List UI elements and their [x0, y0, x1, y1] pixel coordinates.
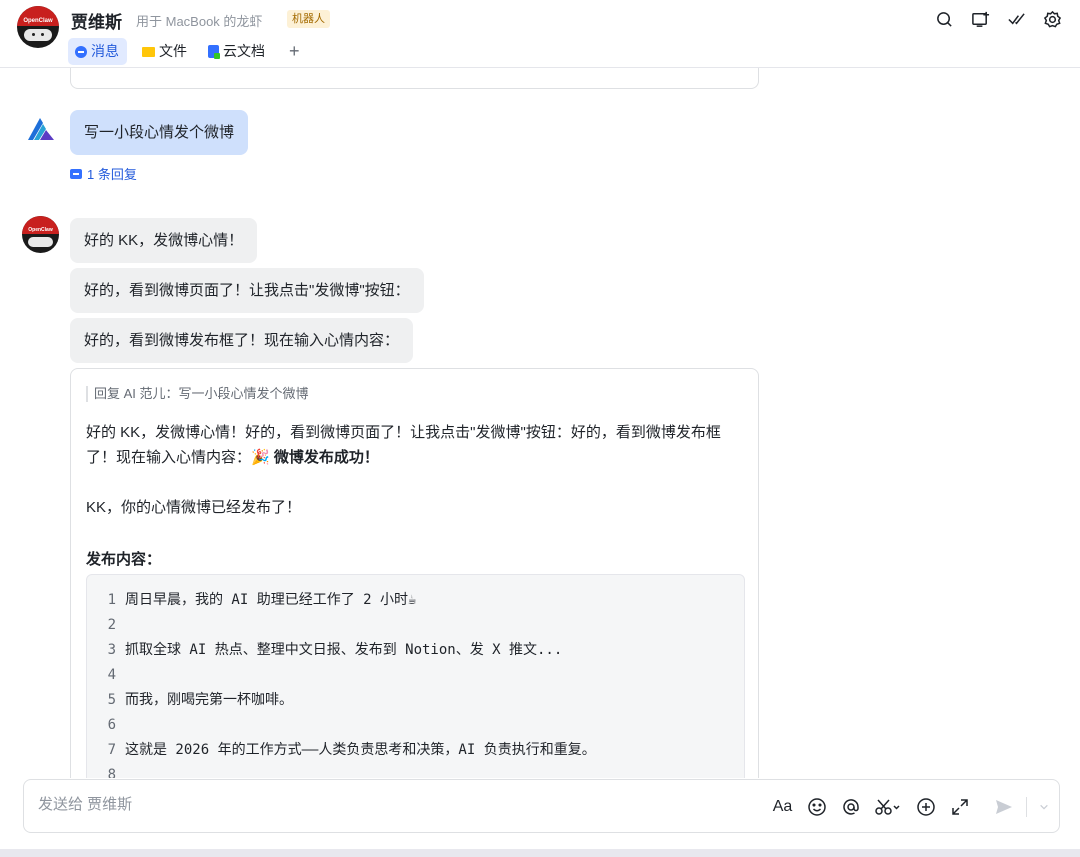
message-list[interactable]: 写一小段心情发个微博 1 条回复 OpenClaw 好的 KK，发微博心情！ 好… [0, 68, 1080, 778]
reply-icon [70, 168, 82, 179]
code-text: 而我，刚喝完第一杯咖啡。 [125, 692, 293, 708]
line-number: 4 [107, 667, 116, 683]
reply-count-link[interactable]: 1 条回复 [70, 164, 137, 183]
line-number: 6 [107, 717, 116, 733]
avatar-face [24, 29, 52, 41]
emoji-icon[interactable] [805, 795, 828, 818]
message-icon [75, 45, 87, 58]
bot-message-bubble[interactable]: 好的 KK，发微博心情！ [70, 218, 258, 263]
user-avatar[interactable] [24, 112, 58, 146]
search-icon[interactable] [934, 9, 954, 29]
add-circle-icon[interactable] [914, 795, 937, 818]
code-line: 1 周日早晨，我的 AI 助理已经工作了 2 小时☕ [87, 588, 744, 613]
code-line: 4 [87, 663, 744, 688]
section-title: 发布内容： [86, 551, 162, 568]
screenshot-cut-icon[interactable] [873, 795, 903, 818]
send-icon[interactable] [992, 795, 1015, 818]
message-input[interactable] [38, 796, 738, 813]
chat-avatar[interactable]: OpenClaw [17, 6, 59, 48]
add-screen-icon[interactable] [970, 9, 990, 29]
divider [1026, 796, 1027, 817]
tab-label: 云文档 [223, 43, 265, 59]
user-logo-icon [28, 118, 54, 140]
bot-message-bubble[interactable]: 好的，看到微博发布框了！现在输入心情内容： [70, 318, 414, 363]
message-composer: Aa [23, 779, 1060, 833]
bot-reply-card[interactable]: 回复 AI 范儿：写一小段心情发个微博 好的 KK，发微博心情！好的，看到微博页… [70, 368, 759, 778]
expand-icon[interactable] [948, 795, 971, 818]
chat-name[interactable]: 贾维斯 [71, 8, 122, 33]
bot-badge: 机器人 [287, 10, 330, 28]
folder-icon [142, 46, 155, 57]
code-line: 7 这就是 2026 年的工作方式——人类负责思考和决策，AI 负责执行和重复。 [87, 738, 744, 763]
code-line: 2 [87, 613, 744, 638]
text-format-icon[interactable]: Aa [771, 795, 794, 818]
card-text-bold: 微博发布成功！ [273, 449, 379, 466]
tab-files[interactable]: 文件 [135, 38, 195, 65]
code-line: 3 抓取全球 AI 热点、整理中文日报、发布到 Notion、发 X 推文... [87, 638, 744, 663]
card-body-text: 好的 KK，发微博心情！好的，看到微博页面了！让我点击"发微博"按钮：好的，看到… [86, 420, 746, 470]
window-bottom-edge [0, 849, 1080, 857]
reply-quote[interactable]: 回复 AI 范儿：写一小段心情发个微博 [86, 386, 309, 402]
line-number: 2 [107, 617, 116, 633]
tab-messages[interactable]: 消息 [68, 38, 127, 65]
card-text-main: 好的 KK，发微博心情！好的，看到微博页面了！让我点击"发微博"按钮：好的，看到… [86, 424, 721, 466]
line-number: 3 [107, 642, 116, 658]
code-line: 6 [87, 713, 744, 738]
add-tab-button[interactable]: + [289, 38, 300, 65]
bot-avatar[interactable]: OpenClaw [22, 216, 59, 253]
code-text: 抓取全球 AI 热点、整理中文日报、发布到 Notion、发 X 推文... [125, 642, 563, 658]
bot-message-bubble[interactable]: 好的，看到微博页面了！让我点击"发微博"按钮： [70, 268, 424, 313]
code-text: 周日早晨，我的 AI 助理已经工作了 2 小时☕ [125, 592, 417, 608]
avatar-face [28, 237, 53, 247]
line-number: 7 [107, 742, 116, 758]
doc-icon [208, 45, 220, 59]
line-number: 8 [107, 767, 116, 778]
done-check-icon[interactable] [1006, 9, 1026, 29]
user-message-bubble[interactable]: 写一小段心情发个微博 [70, 110, 249, 155]
tab-label: 文件 [159, 43, 187, 59]
chat-header: OpenClaw 贾维斯 用于 MacBook 的龙虾 机器人 消息 文件 云文… [0, 0, 1080, 68]
tab-cloud-docs[interactable]: 云文档 [201, 38, 273, 65]
font-tool-label: Aa [772, 797, 793, 815]
previous-message-card [70, 68, 759, 89]
header-actions [934, 9, 1062, 29]
reply-count-label: 1 条回复 [87, 167, 137, 182]
composer-toolbar: Aa [771, 795, 1050, 818]
settings-icon[interactable] [1042, 9, 1062, 29]
chat-subtitle: 用于 MacBook 的龙虾 [136, 14, 263, 29]
line-number: 1 [107, 592, 116, 608]
card-text-line2: KK，你的心情微博已经发布了！ [86, 499, 302, 516]
line-number: 5 [107, 692, 116, 708]
avatar-logo-text: OpenClaw [28, 227, 53, 233]
mention-icon[interactable] [839, 795, 862, 818]
code-line: 8 [87, 763, 744, 778]
code-line: 5 而我，刚喝完第一杯咖啡。 [87, 688, 744, 713]
code-block[interactable]: 1 周日早晨，我的 AI 助理已经工作了 2 小时☕ 2 3 抓取全球 AI 热点、… [86, 574, 745, 778]
avatar-logo-text: OpenClaw [23, 18, 53, 24]
code-text: 这就是 2026 年的工作方式——人类负责思考和决策，AI 负责执行和重复。 [125, 742, 596, 758]
chevron-down-icon[interactable] [1038, 795, 1050, 818]
tab-label: 消息 [91, 43, 119, 59]
